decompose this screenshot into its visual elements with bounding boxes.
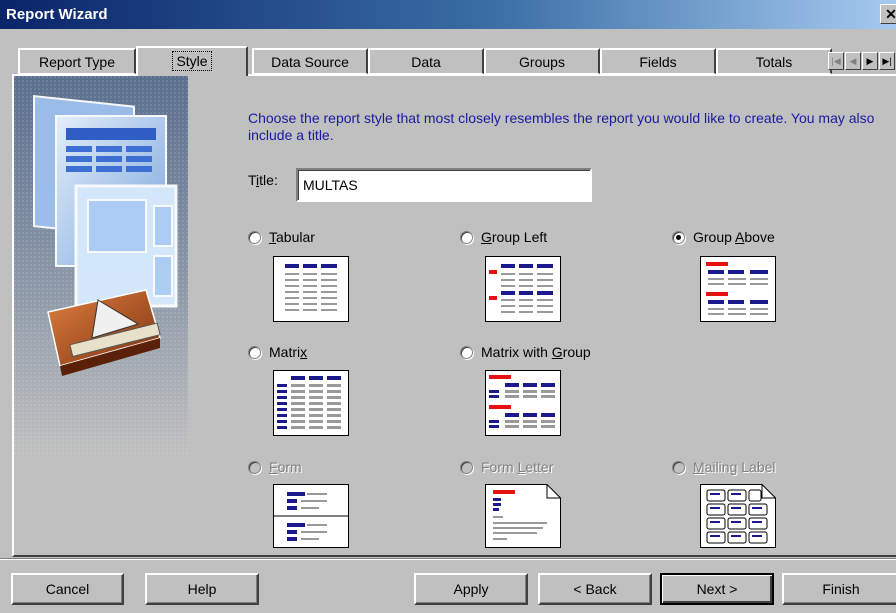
tab-totals[interactable]: Totals	[716, 48, 832, 74]
tab-first-icon[interactable]: |◀	[828, 52, 844, 70]
window-title: Report Wizard	[6, 6, 108, 23]
radio-button-icon[interactable]	[672, 460, 685, 474]
tab-data-source[interactable]: Data Source	[252, 48, 368, 74]
back-button[interactable]: < Back	[538, 573, 652, 605]
radio-group-above[interactable]: Group Above	[672, 229, 775, 245]
tab-style[interactable]: Style	[136, 46, 248, 76]
radio-form-letter[interactable]: Form Letter	[460, 459, 553, 475]
radio-form[interactable]: Form	[248, 459, 302, 475]
wizard-illustration	[14, 76, 188, 456]
tab-data[interactable]: Data	[368, 48, 484, 74]
matrix-preview-icon	[273, 370, 349, 436]
radio-button-icon[interactable]	[460, 345, 473, 359]
tab-next-icon[interactable]: ▶	[862, 52, 878, 70]
radio-group-left[interactable]: Group Left	[460, 229, 547, 245]
tab-scroll-controls: |◀ ◀ ▶ ▶|	[828, 52, 895, 70]
group-left-preview-icon	[485, 256, 561, 322]
radio-button-icon[interactable]	[248, 345, 261, 359]
form-preview-icon	[273, 484, 349, 548]
close-button[interactable]: ✕	[880, 4, 896, 24]
tab-report-type[interactable]: Report Type	[18, 48, 136, 74]
mailing-label-preview-icon	[700, 484, 776, 548]
tab-prev-icon[interactable]: ◀	[845, 52, 861, 70]
radio-button-icon[interactable]	[460, 230, 473, 244]
next-button[interactable]: Next >	[660, 573, 774, 605]
title-bar: Report Wizard ✕	[0, 0, 896, 29]
tab-fields[interactable]: Fields	[600, 48, 716, 74]
tabular-preview-icon	[273, 256, 349, 322]
tab-last-icon[interactable]: ▶|	[879, 52, 895, 70]
report-title-input[interactable]	[296, 168, 592, 202]
finish-button[interactable]: Finish	[782, 573, 896, 605]
group-above-preview-icon	[700, 256, 776, 322]
radio-button-icon[interactable]	[248, 460, 261, 474]
close-icon: ✕	[885, 6, 896, 22]
help-button[interactable]: Help	[145, 573, 259, 605]
radio-button-icon[interactable]	[248, 230, 261, 244]
instructions-text: Choose the report style that most closel…	[248, 110, 875, 143]
matrix-with-group-preview-icon	[485, 370, 561, 436]
radio-matrix-with-group[interactable]: Matrix with Group	[460, 344, 591, 360]
form-letter-preview-icon	[485, 484, 561, 548]
tab-groups[interactable]: Groups	[484, 48, 600, 74]
radio-button-icon[interactable]	[672, 230, 685, 244]
separator	[0, 559, 896, 560]
apply-button[interactable]: Apply	[414, 573, 528, 605]
radio-mailing-label[interactable]: Mailing Label	[672, 459, 776, 475]
cancel-button[interactable]: Cancel	[11, 573, 124, 605]
radio-button-icon[interactable]	[460, 460, 473, 474]
radio-tabular[interactable]: Tabular	[248, 229, 315, 245]
radio-matrix[interactable]: Matrix	[248, 344, 307, 360]
title-label: Title:	[248, 172, 278, 188]
